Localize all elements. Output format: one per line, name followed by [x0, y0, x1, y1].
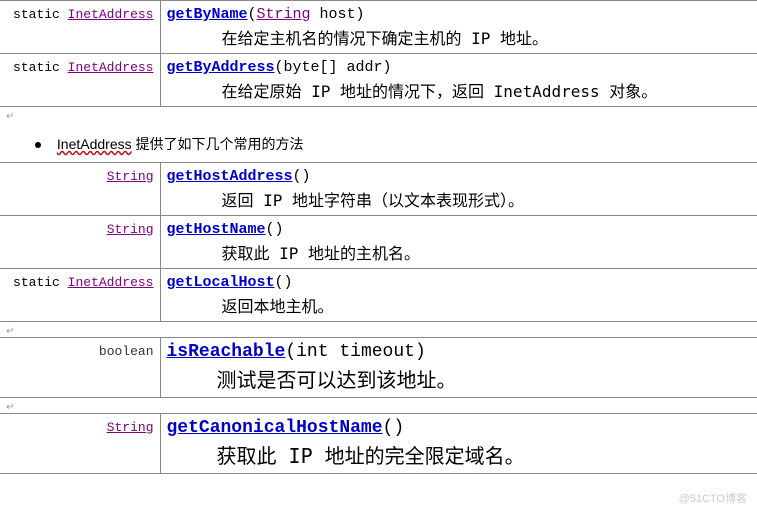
method-name-link[interactable]: getLocalHost	[167, 274, 275, 291]
type-link[interactable]: InetAddress	[68, 7, 154, 22]
static-keyword: static	[13, 275, 60, 290]
modifier-cell: String	[0, 163, 160, 216]
method-name-link[interactable]: getByAddress	[167, 59, 275, 76]
boolean-keyword: boolean	[99, 344, 154, 359]
table-row: String getHostName() 获取此 IP 地址的主机名。	[0, 216, 757, 269]
params: ()	[293, 168, 311, 185]
table-row: String getHostAddress() 返回 IP 地址字符串（以文本表…	[0, 163, 757, 216]
params: (byte[] addr)	[275, 59, 392, 76]
modifier-cell: String	[0, 414, 160, 474]
modifier-cell: boolean	[0, 338, 160, 398]
method-cell: isReachable(int timeout) 测试是否可以达到该地址。	[160, 338, 757, 398]
bullet-icon	[35, 142, 41, 148]
method-name-link[interactable]: getHostName	[167, 221, 266, 238]
type-link[interactable]: String	[107, 420, 154, 435]
params: ()	[266, 221, 284, 238]
method-name-link[interactable]: isReachable	[167, 342, 286, 362]
method-table-3: boolean isReachable(int timeout) 测试是否可以达…	[0, 337, 757, 398]
method-description: 返回 IP 地址字符串（以文本表现形式）。	[167, 185, 752, 211]
table-row: static InetAddress getByAddress(byte[] a…	[0, 54, 757, 107]
params-open: (	[248, 6, 257, 23]
param-name: host)	[311, 6, 365, 23]
params: ()	[383, 418, 405, 438]
method-description: 在给定主机名的情况下确定主机的 IP 地址。	[167, 23, 752, 49]
method-cell: getByName(String host) 在给定主机名的情况下确定主机的 I…	[160, 1, 757, 54]
bullet-text: 提供了如下几个常用的方法	[132, 136, 304, 152]
class-name: InetAddress	[57, 136, 132, 152]
modifier-cell: static InetAddress	[0, 269, 160, 322]
method-description: 获取此 IP 地址的完全限定域名。	[167, 438, 752, 469]
static-keyword: static	[13, 7, 60, 22]
watermark: @51CTO博客	[679, 490, 747, 506]
method-cell: getLocalHost() 返回本地主机。	[160, 269, 757, 322]
method-description: 返回本地主机。	[167, 291, 752, 317]
method-name-link[interactable]: getCanonicalHostName	[167, 418, 383, 438]
method-table-4: String getCanonicalHostName() 获取此 IP 地址的…	[0, 413, 757, 474]
method-name-link[interactable]: getByName	[167, 6, 248, 23]
param-type-link[interactable]: String	[257, 6, 311, 23]
paragraph-mark: ↵	[0, 326, 757, 337]
params: (int timeout)	[285, 342, 425, 362]
method-description: 在给定原始 IP 地址的情况下，返回 InetAddress 对象。	[167, 76, 752, 102]
method-table-2: String getHostAddress() 返回 IP 地址字符串（以文本表…	[0, 162, 757, 322]
params: ()	[275, 274, 293, 291]
method-table-1: static InetAddress getByName(String host…	[0, 0, 757, 107]
table-row: static InetAddress getByName(String host…	[0, 1, 757, 54]
method-cell: getCanonicalHostName() 获取此 IP 地址的完全限定域名。	[160, 414, 757, 474]
modifier-cell: String	[0, 216, 160, 269]
modifier-cell: static InetAddress	[0, 1, 160, 54]
type-link[interactable]: String	[107, 169, 154, 184]
type-link[interactable]: InetAddress	[68, 275, 154, 290]
method-cell: getByAddress(byte[] addr) 在给定原始 IP 地址的情况…	[160, 54, 757, 107]
type-link[interactable]: String	[107, 222, 154, 237]
method-cell: getHostAddress() 返回 IP 地址字符串（以文本表现形式）。	[160, 163, 757, 216]
table-row: static InetAddress getLocalHost() 返回本地主机…	[0, 269, 757, 322]
table-row: String getCanonicalHostName() 获取此 IP 地址的…	[0, 414, 757, 474]
method-description: 获取此 IP 地址的主机名。	[167, 238, 752, 264]
method-name-link[interactable]: getHostAddress	[167, 168, 293, 185]
method-description: 测试是否可以达到该地址。	[167, 362, 752, 393]
static-keyword: static	[13, 60, 60, 75]
paragraph-mark: ↵	[0, 402, 757, 413]
paragraph-mark: ↵	[0, 111, 757, 122]
type-link[interactable]: InetAddress	[68, 60, 154, 75]
bullet-heading: InetAddress 提供了如下几个常用的方法	[0, 122, 757, 162]
modifier-cell: static InetAddress	[0, 54, 160, 107]
method-cell: getHostName() 获取此 IP 地址的主机名。	[160, 216, 757, 269]
table-row: boolean isReachable(int timeout) 测试是否可以达…	[0, 338, 757, 398]
